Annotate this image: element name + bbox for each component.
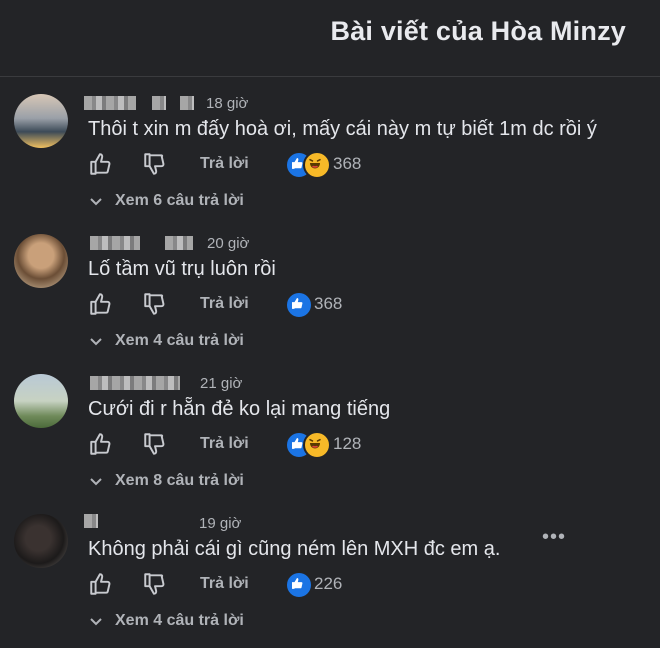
page-title: Bài viết của Hòa Minzy: [330, 16, 626, 46]
haha-icon: [303, 431, 331, 459]
dislike-icon[interactable]: [142, 151, 168, 177]
reply-button[interactable]: Trả lời: [200, 155, 249, 173]
page-header: Bài viết của Hòa Minzy: [0, 0, 660, 77]
author-name-redacted[interactable]: [152, 96, 166, 110]
more-options-icon[interactable]: •••: [542, 526, 566, 549]
comment-time[interactable]: 19 giờ: [199, 515, 241, 532]
chevron-down-icon: [90, 478, 102, 486]
reply-button[interactable]: Trả lời: [200, 295, 249, 313]
dislike-icon[interactable]: [142, 431, 168, 457]
author-name-redacted[interactable]: [84, 96, 136, 110]
haha-icon: [303, 151, 331, 179]
avatar[interactable]: [14, 234, 68, 288]
comment-text: Lố tầm vũ trụ luôn rồi: [88, 258, 276, 280]
reply-button[interactable]: Trả lời: [200, 435, 249, 453]
comment-text: Không phải cái gì cũng ném lên MXH đc em…: [88, 538, 501, 560]
chevron-down-icon: [90, 338, 102, 346]
comment-text: Cưới đi r hẵn đẻ ko lại mang tiếng: [88, 398, 391, 420]
like-icon[interactable]: [88, 431, 114, 457]
reaction-count[interactable]: 368: [333, 154, 361, 174]
view-replies-link[interactable]: Xem 8 câu trả lời: [115, 472, 244, 490]
reaction-count[interactable]: 226: [314, 574, 342, 594]
dislike-icon[interactable]: [142, 571, 168, 597]
author-name-redacted[interactable]: [90, 376, 180, 390]
like-icon[interactable]: [88, 571, 114, 597]
view-replies-link[interactable]: Xem 6 câu trả lời: [115, 192, 244, 210]
like-icon[interactable]: [88, 151, 114, 177]
like-icon[interactable]: [88, 291, 114, 317]
view-replies-link[interactable]: Xem 4 câu trả lời: [115, 612, 244, 630]
avatar[interactable]: [14, 374, 68, 428]
chevron-down-icon: [90, 618, 102, 626]
reply-button[interactable]: Trả lời: [200, 575, 249, 593]
dislike-icon[interactable]: [142, 291, 168, 317]
author-name-redacted[interactable]: [90, 236, 140, 250]
author-name-redacted[interactable]: [84, 514, 98, 528]
comment-item: 21 giờ Cưới đi r hẵn đẻ ko lại mang tiến…: [0, 358, 660, 498]
comment-text: Thôi t xin m đấy hoà ơi, mấy cái này m t…: [88, 118, 597, 140]
comment-time[interactable]: 20 giờ: [207, 235, 249, 252]
author-name-redacted[interactable]: [180, 96, 194, 110]
like-icon: [285, 571, 313, 599]
reaction-count[interactable]: 128: [333, 434, 361, 454]
chevron-down-icon: [90, 198, 102, 206]
comment-time[interactable]: 21 giờ: [200, 375, 242, 392]
comment-item: 18 giờ Thôi t xin m đấy hoà ơi, mấy cái …: [0, 78, 660, 218]
comment-item: 19 giờ Không phải cái gì cũng ném lên MX…: [0, 498, 660, 638]
author-name-redacted[interactable]: [165, 236, 193, 250]
avatar[interactable]: [14, 94, 68, 148]
comment-item: 20 giờ Lố tầm vũ trụ luôn rồi Trả lời 36…: [0, 218, 660, 358]
avatar[interactable]: [14, 514, 68, 568]
reaction-count[interactable]: 368: [314, 294, 342, 314]
like-icon: [285, 291, 313, 319]
comment-time[interactable]: 18 giờ: [206, 95, 248, 112]
view-replies-link[interactable]: Xem 4 câu trả lời: [115, 332, 244, 350]
